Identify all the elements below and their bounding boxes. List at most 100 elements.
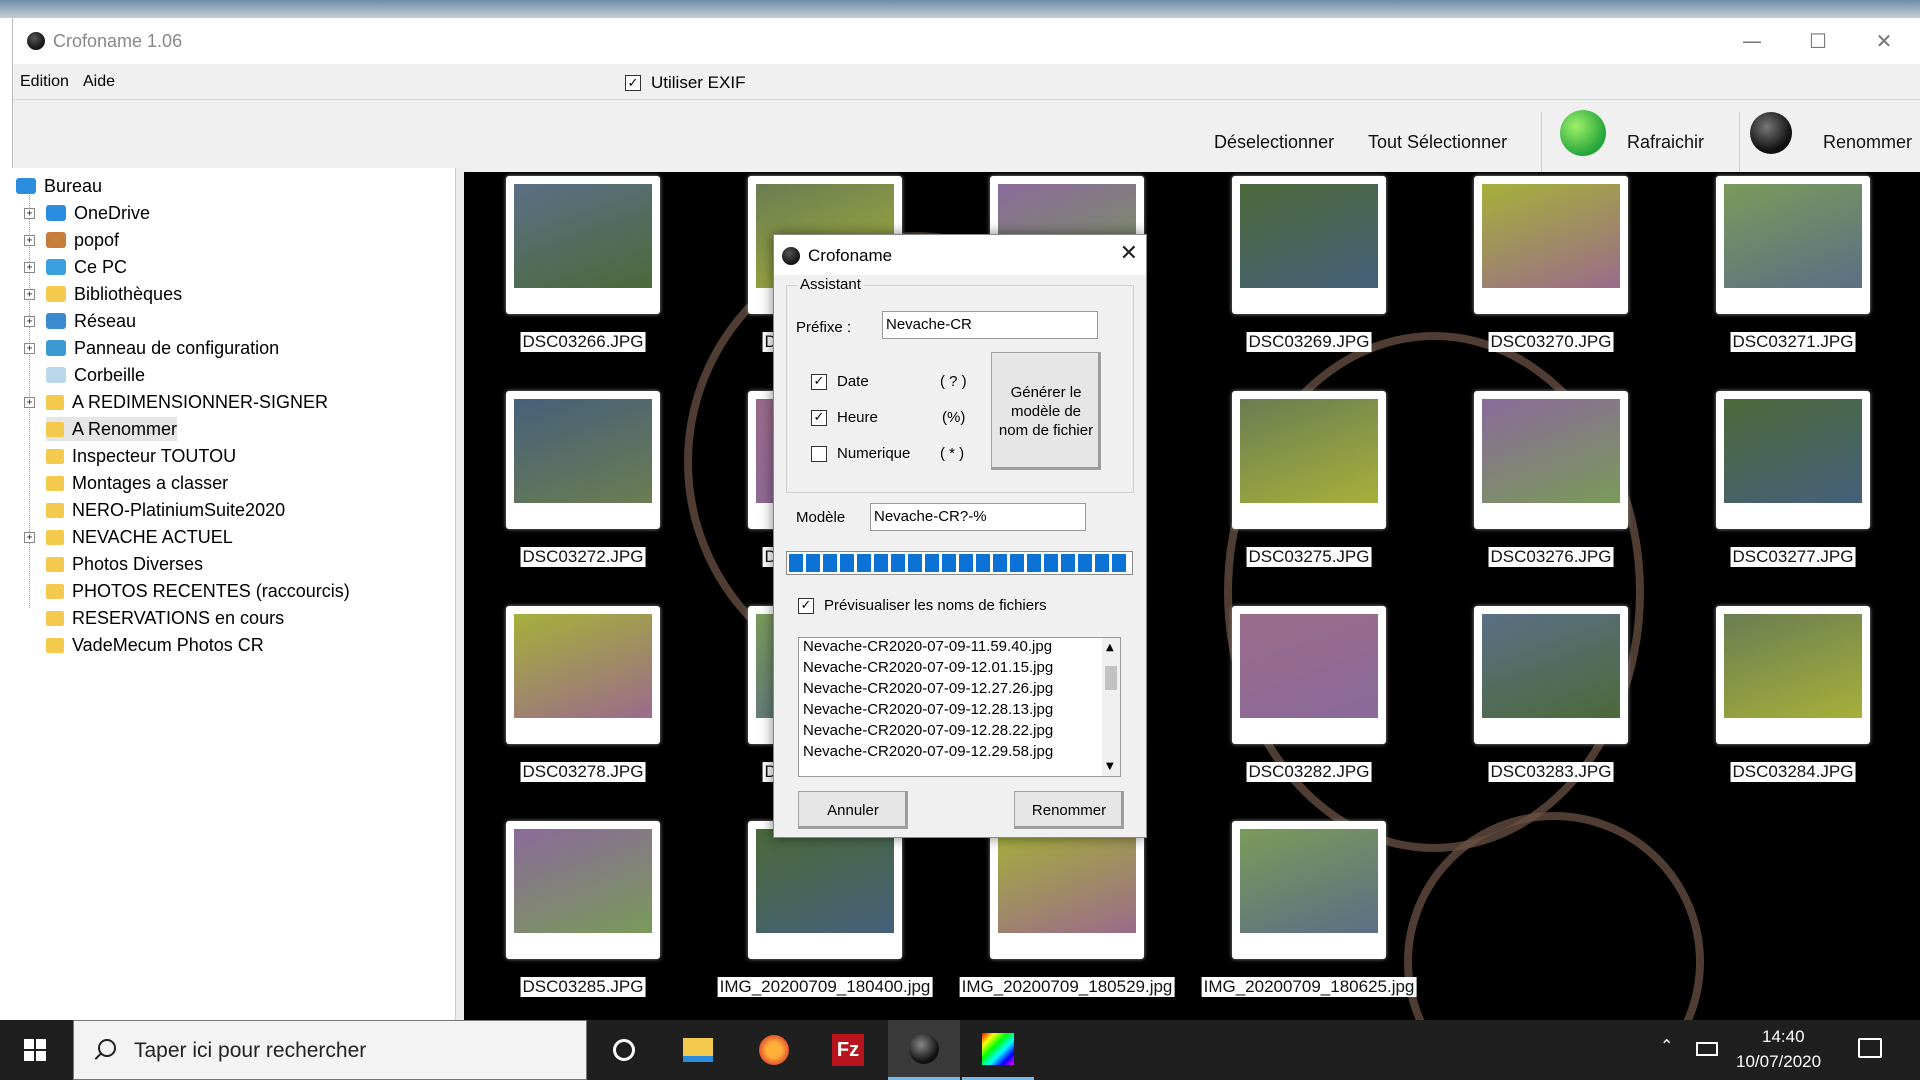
color-app-icon[interactable]	[962, 1020, 1034, 1080]
taskbar-search[interactable]: Taper ici pour rechercher	[73, 1020, 587, 1080]
preview-list-item[interactable]: Nevache-CR2020-07-09-12.27.26.jpg	[799, 680, 1120, 701]
tree-item[interactable]: NEVACHE ACTUEL	[46, 525, 233, 549]
thumbnail-label[interactable]: DSC03270.JPG	[1488, 332, 1614, 352]
thumbnail-label[interactable]: DSC03283.JPG	[1488, 762, 1614, 782]
menu-edition[interactable]: Edition	[20, 73, 69, 91]
expand-toggle-icon[interactable]: +	[24, 343, 35, 354]
tree-item[interactable]: Ce PC	[46, 255, 127, 279]
dialog-close-button[interactable]: ✕	[1120, 241, 1138, 266]
preview-checkbox[interactable]: ✓	[798, 597, 814, 614]
expand-toggle-icon[interactable]: +	[24, 532, 35, 543]
thumbnail-label[interactable]: DSC03269.JPG	[1246, 332, 1372, 352]
tree-item[interactable]: Photos Diverses	[46, 552, 203, 576]
prefix-input[interactable]: Nevache-CR	[882, 311, 1098, 339]
preview-list-item[interactable]: Nevache-CR2020-07-09-12.28.22.jpg	[799, 722, 1120, 743]
expand-toggle-icon[interactable]: +	[24, 235, 35, 246]
tree-item[interactable]: NERO-PlatiniumSuite2020	[46, 498, 285, 522]
thumbnail-label[interactable]: IMG_20200709_180400.jpg	[717, 977, 933, 997]
task-view-icon[interactable]	[588, 1020, 660, 1080]
preview-list-item[interactable]: Nevache-CR2020-07-09-11.59.40.jpg	[799, 638, 1120, 659]
tree-item[interactable]: popof	[46, 228, 119, 252]
exif-checkbox[interactable]: ✓ Utiliser EXIF	[625, 73, 745, 93]
deselect-button[interactable]: Déselectionner	[1214, 132, 1334, 153]
expand-toggle-icon[interactable]: +	[24, 289, 35, 300]
exif-checkbox-box[interactable]: ✓	[625, 75, 641, 91]
expand-toggle-icon[interactable]: +	[24, 316, 35, 327]
file-explorer-icon[interactable]	[662, 1020, 734, 1080]
clock-time[interactable]: 14:40	[1762, 1027, 1805, 1047]
thumbnail-label[interactable]: DSC03277.JPG	[1730, 547, 1856, 567]
tree-item[interactable]: PHOTOS RECENTES (raccourcis)	[46, 579, 350, 603]
close-button[interactable]: ✕	[1851, 18, 1917, 64]
tree-item[interactable]: Montages a classer	[46, 471, 228, 495]
thumbnail-label[interactable]: DSC03275.JPG	[1246, 547, 1372, 567]
thumbnail-label[interactable]: DSC03284.JPG	[1730, 762, 1856, 782]
clock-date[interactable]: 10/07/2020	[1736, 1052, 1821, 1072]
tree-item[interactable]: Bibliothèques	[46, 282, 182, 306]
thumbnail[interactable]	[506, 176, 660, 314]
thumbnail-label[interactable]: DSC03272.JPG	[520, 547, 646, 567]
select-all-button[interactable]: Tout Sélectionner	[1368, 132, 1507, 153]
thumbnail[interactable]	[1716, 391, 1870, 529]
rename-icon[interactable]	[1750, 112, 1792, 154]
thumbnail[interactable]	[506, 821, 660, 959]
numeric-checkbox[interactable]	[811, 445, 827, 462]
generate-model-button[interactable]: Générer le modèle de nom de fichier	[991, 352, 1101, 470]
thumbnail[interactable]	[1232, 176, 1386, 314]
expand-toggle-icon[interactable]: +	[24, 208, 35, 219]
cancel-button[interactable]: Annuler	[798, 791, 908, 829]
thumbnail-label[interactable]: DSC03271.JPG	[1730, 332, 1856, 352]
numeric-option[interactable]: Numerique	[811, 445, 910, 462]
tree-item[interactable]: Panneau de configuration	[46, 336, 279, 360]
thumbnail-label[interactable]: DSC03278.JPG	[520, 762, 646, 782]
scroll-thumb[interactable]	[1105, 666, 1117, 690]
thumbnail[interactable]	[1716, 606, 1870, 744]
rename-toolbar-button[interactable]: Renommer	[1823, 132, 1912, 153]
refresh-button[interactable]: Rafraichir	[1627, 132, 1704, 153]
filezilla-icon[interactable]: Fz	[812, 1020, 884, 1080]
thumbnail[interactable]	[1232, 821, 1386, 959]
thumbnail-label[interactable]: DSC03285.JPG	[520, 977, 646, 997]
tree-item[interactable]: RESERVATIONS en cours	[46, 606, 284, 630]
thumbnail[interactable]	[506, 391, 660, 529]
tray-chevron-up-icon[interactable]: ⌃	[1660, 1036, 1673, 1055]
thumbnail[interactable]	[990, 821, 1144, 959]
crofoname-task-icon[interactable]	[888, 1020, 960, 1080]
battery-icon[interactable]	[1696, 1042, 1718, 1056]
thumbnail-label[interactable]: DSC03276.JPG	[1488, 547, 1614, 567]
thumbnail-label[interactable]: DSC03282.JPG	[1246, 762, 1372, 782]
preview-list[interactable]: Nevache-CR2020-07-09-11.59.40.jpg Nevache…	[798, 637, 1121, 777]
preview-list-scrollbar[interactable]: ▲ ▼	[1102, 638, 1120, 776]
tree-item[interactable]: Réseau	[46, 309, 136, 333]
menu-aide[interactable]: Aide	[83, 73, 115, 91]
tree-item[interactable]: VadeMecum Photos CR	[46, 633, 264, 657]
preview-list-item[interactable]: Nevache-CR2020-07-09-12.29.58.jpg	[799, 743, 1120, 764]
minimize-button[interactable]: —	[1719, 18, 1785, 64]
date-option[interactable]: ✓ Date	[811, 373, 869, 390]
thumbnail[interactable]	[1474, 606, 1628, 744]
tree-item[interactable]: A Renommer	[46, 417, 178, 441]
tree-item[interactable]: Corbeille	[46, 363, 145, 387]
preview-list-item[interactable]: Nevache-CR2020-07-09-12.28.13.jpg	[799, 701, 1120, 722]
thumbnail[interactable]	[1474, 391, 1628, 529]
thumbnail[interactable]	[1474, 176, 1628, 314]
maximize-button[interactable]: ☐	[1785, 18, 1851, 64]
thumbnail-label[interactable]: IMG_20200709_180529.jpg	[959, 977, 1175, 997]
scroll-up-icon[interactable]: ▲	[1106, 642, 1114, 653]
notifications-icon[interactable]	[1858, 1038, 1882, 1058]
thumbnail-label[interactable]: DSC03266.JPG	[520, 332, 646, 352]
start-button[interactable]	[0, 1020, 70, 1080]
expand-toggle-icon[interactable]: +	[24, 262, 35, 273]
preview-option[interactable]: ✓ Prévisualiser les noms de fichiers	[798, 597, 1047, 614]
tree-item[interactable]: A REDIMENSIONNER-SIGNER	[46, 390, 328, 414]
thumbnail[interactable]	[748, 821, 902, 959]
refresh-icon[interactable]	[1560, 110, 1606, 156]
thumbnail-label[interactable]: IMG_20200709_180625.jpg	[1201, 977, 1417, 997]
thumbnail[interactable]	[1716, 176, 1870, 314]
time-option[interactable]: ✓ Heure	[811, 409, 878, 426]
scroll-down-icon[interactable]: ▼	[1106, 761, 1114, 772]
preview-list-item[interactable]: Nevache-CR2020-07-09-12.01.15.jpg	[799, 659, 1120, 680]
tree-item[interactable]: OneDrive	[46, 201, 150, 225]
tree-item[interactable]: Inspecteur TOUTOU	[46, 444, 236, 468]
thumbnail[interactable]	[1232, 391, 1386, 529]
